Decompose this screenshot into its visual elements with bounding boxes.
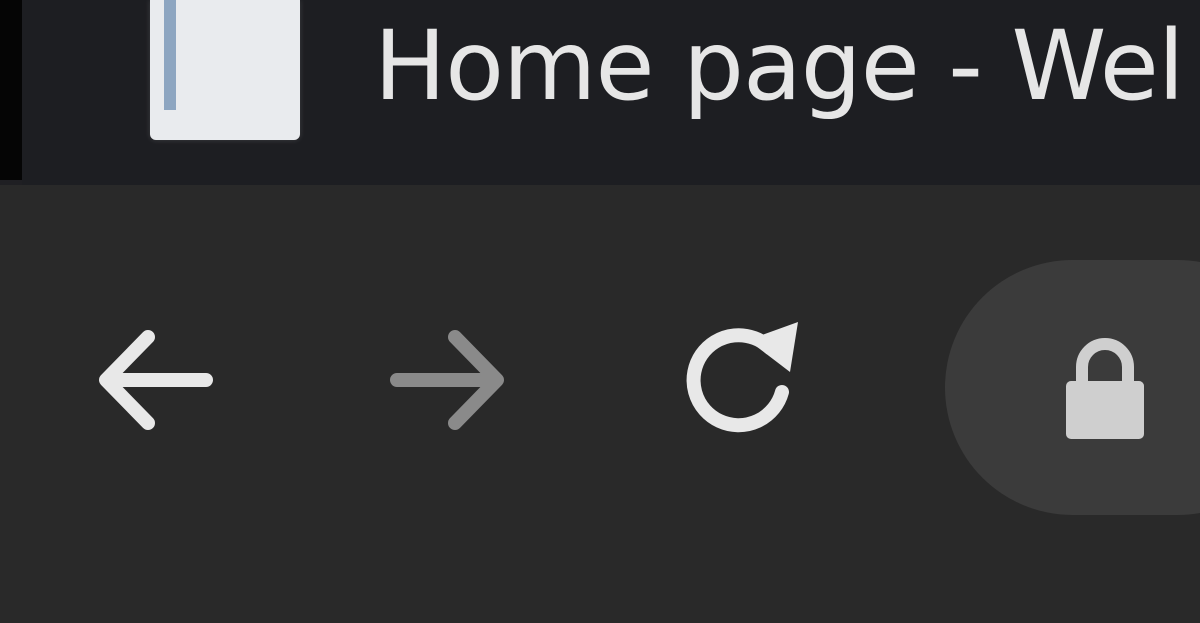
window-left-edge: [0, 0, 22, 180]
tab-home-page[interactable]: Home page - Wel: [22, 0, 1200, 185]
forward-arrow-icon: [390, 330, 504, 430]
tab-title: Home page - Wel: [374, 10, 1184, 122]
toolbar: [0, 185, 1200, 623]
forward-button: [375, 305, 525, 455]
reload-button[interactable]: [665, 305, 815, 455]
browser-window: Home page - Wel: [0, 0, 1200, 623]
back-arrow-icon: [99, 330, 213, 430]
page-icon: [150, 0, 300, 140]
lock-icon[interactable]: [1060, 335, 1150, 445]
tab-strip: Home page - Wel: [0, 0, 1200, 185]
reload-icon: [686, 322, 798, 433]
favicon-stripe: [164, 0, 176, 110]
back-button[interactable]: [78, 305, 228, 455]
